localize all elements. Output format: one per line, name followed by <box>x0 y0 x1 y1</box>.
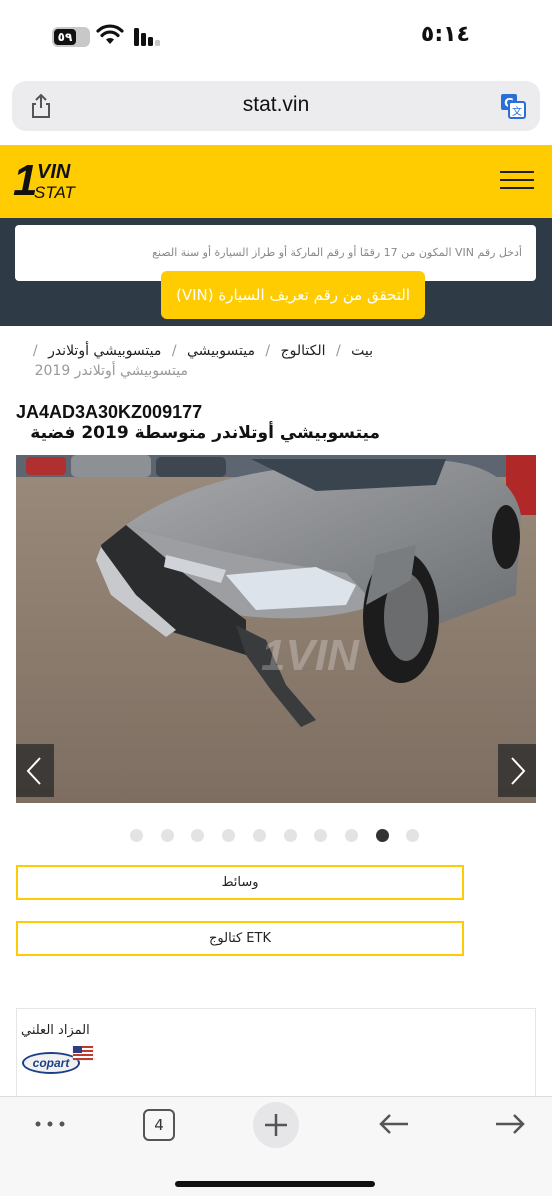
breadcrumb-catalog[interactable]: الكتالوج <box>281 343 326 359</box>
breadcrumb-current: ميتسوبيشي أوتلاندر 2019 <box>34 363 188 379</box>
new-tab-button[interactable] <box>253 1102 299 1148</box>
vehicle-title: ميتسوبيشي أوتلاندر متوسطة 2019 فضية <box>30 423 380 443</box>
gallery-dot[interactable] <box>130 829 143 842</box>
plus-icon <box>265 1114 287 1136</box>
home-indicator <box>175 1181 375 1187</box>
gallery-dot[interactable] <box>252 829 266 842</box>
gallery-dot[interactable] <box>314 829 328 842</box>
battery-level: ٥٩ <box>54 29 76 45</box>
wifi-icon <box>96 24 124 44</box>
breadcrumb-make[interactable]: ميتسوبيشي <box>187 343 255 359</box>
breadcrumb-model[interactable]: ميتسوبيشي أوتلاندر <box>48 343 161 359</box>
logo-bottom-text: STAT <box>34 183 75 202</box>
tabs-button[interactable]: 4 <box>143 1109 175 1141</box>
forward-arrow-icon[interactable] <box>494 1112 526 1136</box>
svg-text:文: 文 <box>512 105 522 118</box>
logo-top-text: VIN <box>37 161 71 183</box>
etk-catalog-button[interactable]: كتالوج ETK <box>16 921 464 956</box>
gallery-dot[interactable] <box>344 829 358 842</box>
site-header: 1 VIN STAT <box>0 145 552 218</box>
auction-card: المزاد العلني copart <box>16 1008 536 1108</box>
breadcrumb-separator: / <box>265 343 271 359</box>
gallery-prev-button[interactable] <box>16 744 54 797</box>
gallery-dot[interactable] <box>406 829 420 842</box>
more-options-icon[interactable] <box>34 1119 66 1129</box>
vin-search-section: أدخل رقم VIN المكون من 17 رقمًا أو رقم ا… <box>0 218 552 326</box>
hamburger-menu-icon[interactable] <box>500 171 534 193</box>
vin-number: JA4AD3A30KZ009177 <box>16 402 203 422</box>
gallery-next-button[interactable] <box>498 744 536 797</box>
browser-toolbar: 4 <box>0 1096 552 1196</box>
check-vin-button[interactable]: التحقق من رقم تعريف السيارة (VIN) <box>161 271 425 319</box>
clock: ٥:١٤ <box>420 22 470 47</box>
status-bar: ٥٩ ٥:١٤ <box>0 0 552 72</box>
svg-text:copart: copart <box>33 1056 71 1070</box>
photo-gallery[interactable]: 1VIN <box>16 455 536 803</box>
battery-icon: ٥٩ <box>52 27 90 47</box>
cellular-signal-icon <box>134 28 160 46</box>
breadcrumb-separator: / <box>335 343 341 359</box>
media-button[interactable]: وسائط <box>16 865 464 900</box>
chevron-left-icon <box>26 757 41 785</box>
damaged-car-photo: 1VIN <box>16 455 536 803</box>
gallery-dot[interactable] <box>160 829 174 842</box>
url-text[interactable]: stat.vin <box>12 93 540 117</box>
translate-icon[interactable]: G 文 <box>500 93 526 119</box>
address-bar[interactable]: stat.vin G 文 <box>12 81 540 131</box>
svg-text:1VIN: 1VIN <box>261 631 360 680</box>
breadcrumb-separator: / <box>32 343 38 359</box>
gallery-dot[interactable] <box>222 829 236 842</box>
gallery-dot[interactable] <box>191 829 205 842</box>
breadcrumb-separator: / <box>171 343 177 359</box>
copart-logo-icon: copart <box>22 1046 94 1074</box>
chevron-right-icon <box>511 757 526 785</box>
gallery-dot[interactable] <box>375 829 389 842</box>
back-arrow-icon[interactable] <box>378 1112 410 1136</box>
auction-label: المزاد العلني <box>21 1023 90 1038</box>
site-logo[interactable]: 1 VIN STAT <box>13 155 93 209</box>
breadcrumb-home[interactable]: بيت <box>351 343 373 359</box>
gallery-dot[interactable] <box>283 829 297 842</box>
